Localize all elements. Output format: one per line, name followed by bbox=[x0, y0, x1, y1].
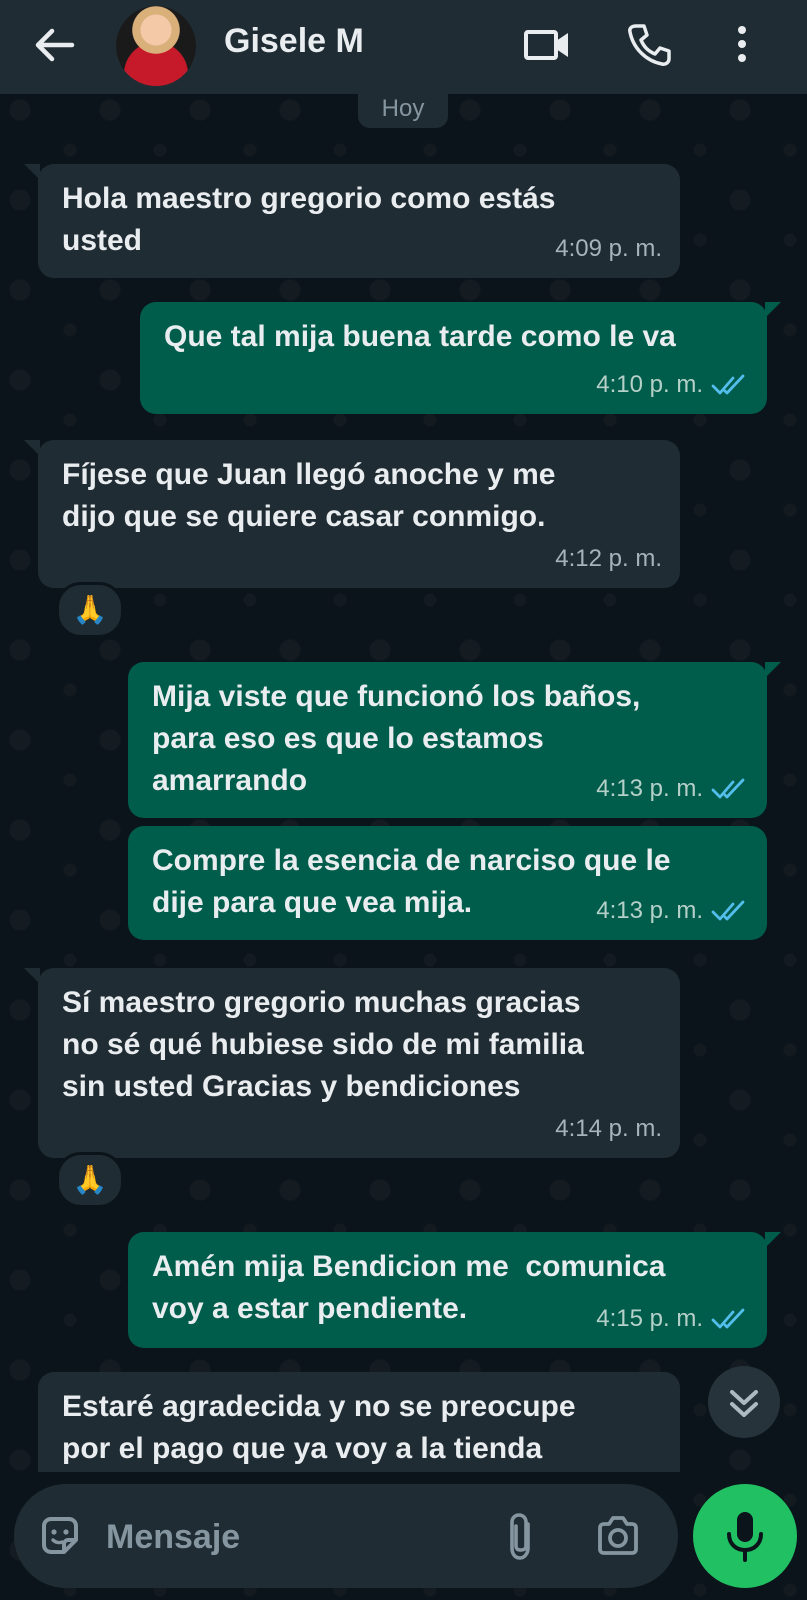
message-text: Fíjese que Juan llegó anoche y me dijo q… bbox=[62, 454, 556, 538]
read-ticks-icon bbox=[711, 374, 745, 395]
message-line: Fíjese que Juan llegó anoche y me bbox=[62, 458, 556, 491]
message-time: 4:10 p. m. bbox=[596, 371, 703, 398]
message-line: dije para que vea mija. bbox=[152, 886, 473, 919]
read-ticks-icon bbox=[711, 1308, 745, 1329]
message-line: dijo que se quiere casar conmigo. bbox=[62, 500, 546, 533]
message-meta: 4:12 p. m. bbox=[555, 538, 662, 580]
chat-header: Gisele M bbox=[0, 0, 807, 94]
message-line: Sí maestro gregorio muchas gracias bbox=[62, 986, 581, 1019]
message-line: Estaré agradecida y no se preocupe bbox=[62, 1390, 576, 1423]
message-line: Mija viste que funcionó los baños, bbox=[152, 680, 641, 713]
attach-icon bbox=[510, 1513, 530, 1560]
message-line: Que tal mija buena tarde como le va bbox=[164, 320, 676, 353]
back-arrow-icon bbox=[35, 28, 75, 62]
camera-icon bbox=[598, 1516, 638, 1555]
message-text: Sí maestro gregorio muchas gracias no sé… bbox=[62, 982, 584, 1108]
message-text: Que tal mija buena tarde como le va bbox=[164, 316, 676, 358]
message-meta: 4:09 p. m. bbox=[555, 228, 662, 270]
message-text: Estaré agradecida y no se preocupe por e… bbox=[62, 1386, 576, 1470]
message-reaction[interactable]: 🙏 bbox=[56, 1152, 124, 1208]
date-separator: Hoy bbox=[358, 94, 448, 128]
message-time: 4:14 p. m. bbox=[555, 1115, 662, 1142]
message-meta: 4:10 p. m. bbox=[596, 364, 749, 406]
message-time: 4:12 p. m. bbox=[555, 545, 662, 572]
scroll-to-bottom-button[interactable] bbox=[708, 1366, 780, 1438]
read-ticks-icon bbox=[711, 778, 745, 799]
voice-call-button[interactable] bbox=[624, 20, 674, 75]
message-time: 4:13 p. m. bbox=[596, 897, 703, 924]
emoji-sticker-icon bbox=[42, 1517, 78, 1554]
message-text: Hola maestro gregorio como estás usted bbox=[62, 178, 555, 262]
microphone-icon bbox=[727, 1512, 763, 1562]
message-line: usted bbox=[62, 224, 143, 257]
voice-message-button[interactable] bbox=[693, 1484, 797, 1588]
message-line: Hola maestro gregorio como estás bbox=[62, 182, 556, 215]
message-time: 4:15 p. m. bbox=[596, 1305, 703, 1332]
message-input[interactable] bbox=[104, 1506, 488, 1568]
contact-name[interactable]: Gisele M bbox=[224, 22, 364, 61]
message-line: Compre la esencia de narciso que le bbox=[152, 844, 671, 877]
message-bubble-incoming[interactable]: Fíjese que Juan llegó anoche y me dijo q… bbox=[24, 440, 680, 588]
message-meta: 4:13 p. m. bbox=[596, 768, 749, 810]
message-text: Mija viste que funcionó los baños, para … bbox=[152, 676, 640, 802]
message-bubble-outgoing[interactable]: Que tal mija buena tarde como le va 4:10… bbox=[140, 302, 781, 414]
video-call-button[interactable] bbox=[522, 20, 572, 75]
message-composer bbox=[14, 1484, 678, 1588]
more-options-icon bbox=[738, 26, 746, 62]
message-text: Compre la esencia de narciso que le dije… bbox=[152, 840, 671, 924]
video-call-icon bbox=[524, 30, 568, 60]
message-meta: 4:13 p. m. bbox=[596, 890, 749, 932]
message-line: voy a estar pendiente. bbox=[152, 1292, 468, 1325]
message-bubble-outgoing[interactable]: Mija viste que funcionó los baños, para … bbox=[128, 662, 781, 818]
attach-button[interactable] bbox=[502, 1510, 542, 1569]
message-bubble-incoming[interactable]: Sí maestro gregorio muchas gracias no sé… bbox=[24, 968, 680, 1158]
message-reaction[interactable]: 🙏 bbox=[56, 582, 124, 638]
double-chevron-down-icon bbox=[730, 1390, 758, 1417]
message-meta: 4:14 p. m. bbox=[555, 1108, 662, 1150]
message-time: 4:09 p. m. bbox=[555, 235, 662, 262]
message-line: sin usted Gracias y bendiciones bbox=[62, 1070, 521, 1103]
message-line: Amén mija Bendicion me comunica bbox=[152, 1250, 666, 1283]
message-text: Amén mija Bendicion me comunica voy a es… bbox=[152, 1246, 665, 1330]
message-meta: 4:15 p. m. bbox=[596, 1298, 749, 1340]
message-bubble-incoming[interactable]: Estaré agradecida y no se preocupe por e… bbox=[38, 1372, 680, 1472]
message-line: no sé qué hubiese sido de mi familia bbox=[62, 1028, 584, 1061]
message-bubble-outgoing[interactable]: Compre la esencia de narciso que le dije… bbox=[128, 826, 767, 940]
back-button[interactable] bbox=[28, 18, 82, 72]
more-options-button[interactable] bbox=[730, 20, 754, 75]
read-ticks-icon bbox=[711, 900, 745, 921]
emoji-sticker-button[interactable] bbox=[36, 1512, 84, 1565]
message-bubble-incoming[interactable]: Hola maestro gregorio como estás usted 4… bbox=[24, 164, 680, 278]
message-line: para eso es que lo estamos bbox=[152, 722, 544, 755]
message-line: por el pago que ya voy a la tienda bbox=[62, 1432, 543, 1465]
voice-call-icon bbox=[628, 24, 671, 66]
contact-avatar[interactable] bbox=[116, 6, 196, 86]
message-time: 4:13 p. m. bbox=[596, 775, 703, 802]
message-bubble-outgoing[interactable]: Amén mija Bendicion me comunica voy a es… bbox=[128, 1232, 781, 1348]
message-line: amarrando bbox=[152, 764, 308, 797]
camera-button[interactable] bbox=[594, 1512, 642, 1565]
